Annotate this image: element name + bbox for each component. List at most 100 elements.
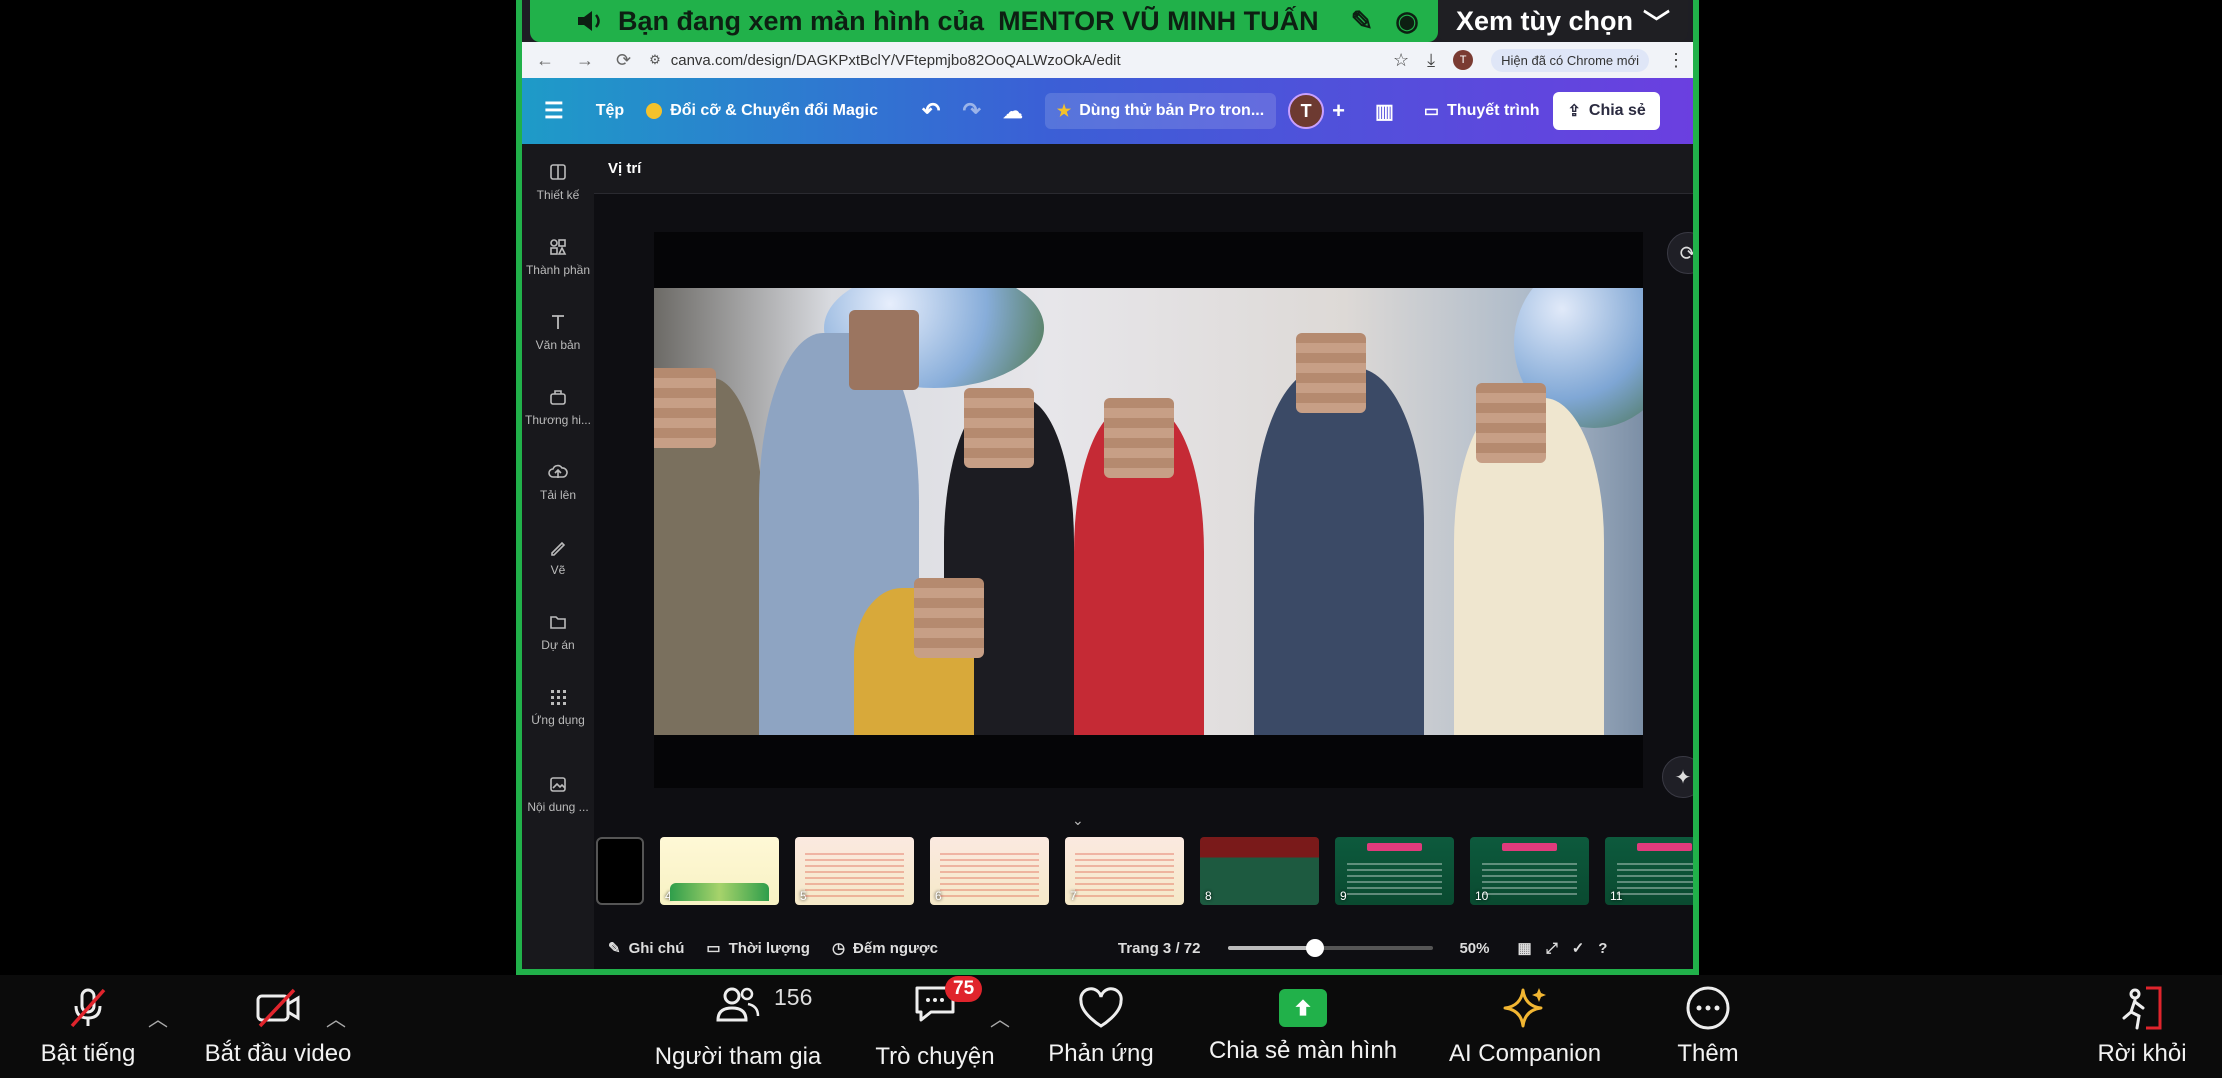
blurred-face	[964, 388, 1034, 468]
ai-companion-button[interactable]: AI Companion	[1440, 975, 1610, 1078]
video-options-caret-icon[interactable]: ︿	[326, 1003, 346, 1032]
share-screen-button[interactable]: Chia sẻ màn hình	[1198, 975, 1408, 1078]
address-bar[interactable]: ⚙ canva.com/design/DAGKPxtBclY/VFtepmjbo…	[649, 52, 1121, 69]
shared-screen: ← → ⟳ ⚙ canva.com/design/DAGKPxtBclY/VFt…	[516, 0, 1699, 975]
rail-item-2[interactable]: Thành phần	[522, 219, 594, 294]
rail-item-1[interactable]: Thiết kế	[522, 144, 594, 219]
page-thumbnail[interactable]: 10	[1470, 837, 1589, 905]
magic-sparkle-button[interactable]: ✦	[1662, 756, 1693, 798]
participants-label: Người tham gia	[654, 1043, 822, 1070]
blurred-face	[849, 310, 919, 390]
unmute-button[interactable]: Bật tiếng	[28, 975, 148, 1078]
chrome-update-button[interactable]: Hiện đã có Chrome mới	[1491, 48, 1649, 72]
rail-item-8[interactable]: Ứng dụng	[522, 669, 594, 744]
page-thumbnail[interactable]: 8	[1200, 837, 1319, 905]
leave-button[interactable]: Rời khỏi	[2082, 975, 2202, 1078]
reactions-button[interactable]: Phản ứng	[1040, 975, 1162, 1078]
record-icon[interactable]: ◉	[1395, 6, 1419, 37]
brand-icon	[550, 389, 566, 405]
more-button[interactable]: Thêm	[1648, 975, 1768, 1078]
zoom-slider-knob[interactable]	[1305, 939, 1324, 957]
countdown-button[interactable]: ◷ Đếm ngược	[832, 939, 938, 958]
participants-count: 156	[774, 984, 813, 1010]
redo-button[interactable]: ↷	[962, 98, 980, 124]
insights-icon[interactable]: ▥	[1375, 99, 1394, 124]
site-settings-icon[interactable]: ⚙	[649, 52, 661, 68]
pen-off-icon[interactable]: ✎	[1351, 6, 1374, 37]
bookmark-star-icon[interactable]: ☆	[1393, 50, 1409, 71]
duration-icon: ▭	[706, 940, 721, 957]
blurred-face	[1104, 398, 1174, 478]
rail-item-7[interactable]: Dự án	[522, 594, 594, 669]
rail-item-label: Nội dung ...	[527, 799, 589, 814]
audio-options-caret-icon[interactable]: ︿	[148, 1003, 168, 1032]
participants-button[interactable]: 156 Người tham gia	[650, 975, 826, 1078]
url-text: canva.com/design/DAGKPxtBclY/VFtepmjbo82…	[670, 51, 1121, 69]
leave-door-icon	[2122, 986, 2162, 1029]
page-thumbnail[interactable]: 7	[1065, 837, 1184, 905]
cloud-save-icon[interactable]: ☁	[1003, 99, 1023, 124]
rail-item-4[interactable]: Thương hi...	[522, 369, 594, 444]
download-icon[interactable]: ⤓	[1427, 50, 1435, 71]
blurred-face	[914, 578, 984, 658]
rail-item-9[interactable]: Nội dung ...	[522, 756, 594, 831]
person-silhouette	[1254, 368, 1424, 735]
slide-canvas[interactable]	[654, 232, 1643, 788]
hamburger-menu-button[interactable]: ☰	[544, 98, 564, 124]
notes-button[interactable]: ✎ Ghi chú	[608, 939, 684, 958]
file-menu[interactable]: Tệp	[596, 102, 624, 120]
page-thumbnail[interactable]: 4	[660, 837, 779, 905]
page-thumbnail[interactable]: 5	[795, 837, 914, 905]
reload-icon[interactable]: ⟳	[616, 50, 631, 71]
undo-button[interactable]: ↶	[922, 98, 940, 124]
grid-view-icon[interactable]: ▦	[1518, 939, 1532, 957]
page-thumbnail[interactable]: 11	[1605, 837, 1693, 905]
zoom-meeting-window: { "share_banner": { "text": "Bạn đang xe…	[0, 0, 2222, 1078]
thumbnail-number: 10	[1475, 889, 1489, 903]
page-thumbnail[interactable]: 9	[1335, 837, 1454, 905]
share-screen-label: Chia sẻ màn hình	[1208, 1036, 1398, 1064]
user-avatar[interactable]: T	[1288, 93, 1325, 129]
zoom-percent[interactable]: 50%	[1459, 940, 1489, 957]
chevron-down-icon: ﹀	[1643, 8, 1671, 39]
rail-item-5[interactable]: Tải lên	[522, 444, 594, 519]
thumbnail-number: 6	[935, 889, 942, 903]
forward-icon[interactable]: →	[576, 50, 594, 71]
chat-button[interactable]: 75 Trò chuyện	[870, 975, 1000, 1078]
kebab-menu-icon[interactable]: ⋮	[1667, 50, 1685, 71]
page-thumbnail[interactable]	[596, 837, 644, 905]
collapse-chevron-icon[interactable]: ⌄	[1072, 812, 1084, 829]
duration-button[interactable]: ▭ Thời lượng	[706, 939, 810, 958]
present-button[interactable]: ▭ Thuyết trình	[1424, 101, 1540, 121]
add-collaborator-icon[interactable]: +	[1332, 98, 1345, 124]
canva-share-label: Chia sẻ	[1588, 102, 1646, 119]
blurred-face	[1476, 383, 1546, 463]
rail-item-label: Tải lên	[539, 487, 577, 502]
fullscreen-icon[interactable]: ⤢	[1546, 940, 1558, 957]
refresh-comment-button[interactable]: ⟳	[1667, 232, 1693, 274]
back-icon[interactable]: ←	[536, 50, 554, 71]
position-label[interactable]: Vị trí	[608, 160, 641, 177]
help-icon[interactable]: ?	[1598, 940, 1607, 957]
pro-trial-button[interactable]: ★ Dùng thử bản Pro tron...	[1044, 93, 1277, 129]
chat-options-caret-icon[interactable]: ︿	[990, 1003, 1010, 1032]
page-indicator[interactable]: Trang 3 / 72	[1118, 940, 1201, 957]
more-icon	[1686, 986, 1730, 1029]
mic-muted-icon	[70, 988, 106, 1027]
zoom-slider[interactable]	[1228, 939, 1434, 957]
canva-share-button[interactable]: ⇪ Chia sẻ	[1553, 92, 1660, 130]
chat-label: Trò chuyện	[875, 1043, 995, 1070]
upload-icon	[548, 464, 568, 478]
page-thumbnail[interactable]: 6	[930, 837, 1049, 905]
magic-resize-button[interactable]: Đổi cỡ & Chuyển đổi Magic	[646, 102, 878, 120]
rail-item-6[interactable]: Vẽ	[522, 519, 594, 594]
profile-avatar[interactable]: T	[1453, 50, 1474, 70]
thumbnail-number: 8	[1205, 889, 1212, 903]
ai-companion-label: AI Companion	[1448, 1039, 1602, 1067]
magic-resize-label: Đổi cỡ & Chuyển đổi Magic	[670, 102, 879, 119]
check-icon[interactable]: ✓	[1572, 939, 1585, 957]
blurred-face	[1296, 333, 1366, 413]
view-options-button[interactable]: Xem tùy chọn ﹀	[1438, 0, 1688, 42]
zoom-slider-fill	[1228, 946, 1315, 950]
rail-item-3[interactable]: Văn bản	[522, 294, 594, 369]
